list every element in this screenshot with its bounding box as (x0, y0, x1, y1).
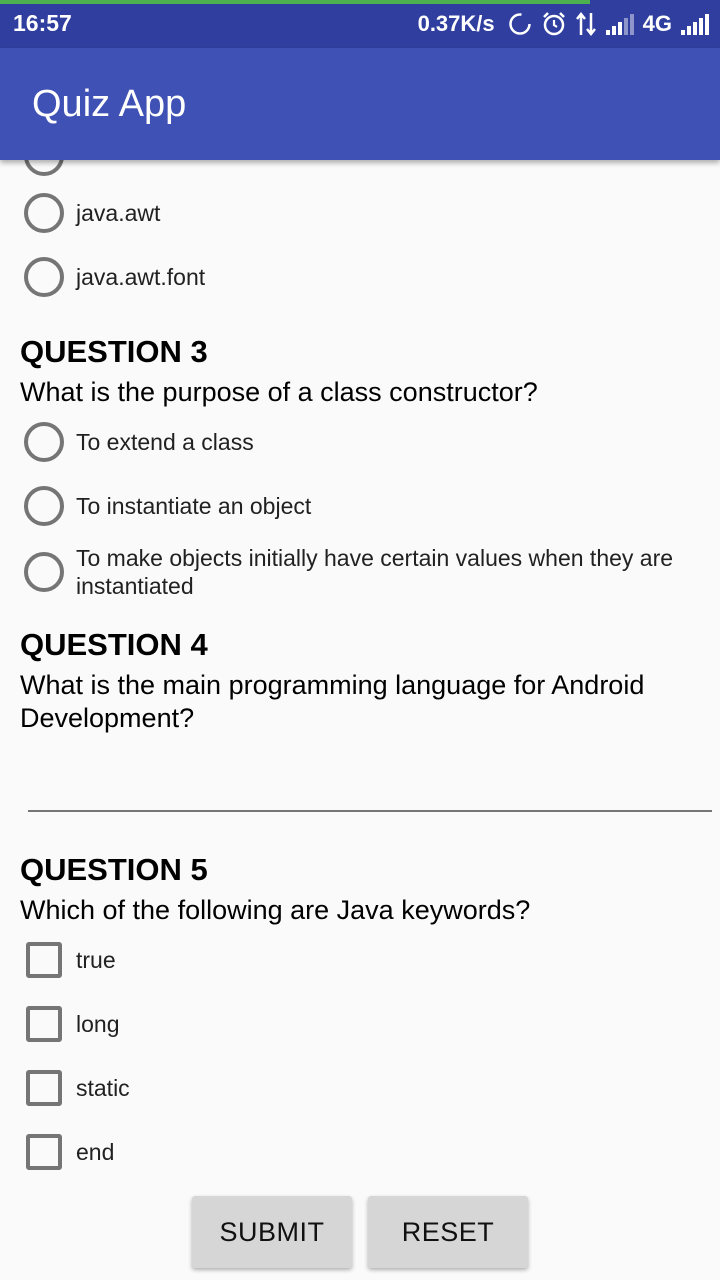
signal-weak-icon (605, 12, 635, 36)
quiz-content[interactable]: java.awt java.awt.font QUESTION 3 What i… (0, 160, 720, 1280)
option-label: java.awt (76, 200, 161, 226)
option-label: java.awt.font (76, 264, 206, 290)
submit-button[interactable]: SUBMIT (192, 1196, 352, 1268)
question-4-text: What is the main programming language fo… (20, 670, 645, 733)
radio-button[interactable] (24, 257, 64, 297)
option-label: To instantiate an object (76, 493, 312, 519)
app-title: Quiz App (32, 83, 187, 125)
q5-option-true[interactable]: true (20, 942, 710, 978)
option-label: end (76, 1139, 115, 1165)
checkbox[interactable] (26, 1134, 62, 1170)
app-bar: Quiz App (0, 48, 720, 160)
radio-button[interactable] (24, 193, 64, 233)
data-transfer-icon (575, 11, 597, 37)
signal-icon (680, 12, 710, 36)
option-label: To make objects initially have certain v… (76, 545, 674, 599)
radio-option-cut-off[interactable] (20, 160, 710, 176)
option-label: long (76, 1011, 120, 1037)
question-5-text: Which of the following are Java keywords… (20, 895, 531, 925)
page-load-progress (0, 0, 591, 4)
checkbox[interactable] (26, 1070, 62, 1106)
option-label: static (76, 1075, 130, 1101)
q3-option-instantiate[interactable]: To instantiate an object (20, 486, 710, 526)
radio-button[interactable] (24, 486, 64, 526)
question-5-title: QUESTION 5 (20, 852, 208, 887)
radio-button[interactable] (24, 422, 64, 462)
option-label: To extend a class (76, 429, 254, 455)
radio-button[interactable] (24, 160, 64, 176)
q3-option-extend[interactable]: To extend a class (20, 422, 710, 462)
answer-input[interactable] (28, 748, 712, 812)
checkbox[interactable] (26, 942, 62, 978)
checkbox[interactable] (26, 1006, 62, 1042)
status-time: 16:57 (13, 10, 72, 36)
q5-option-end[interactable]: end (20, 1134, 710, 1170)
q2-option-java-awt-font[interactable]: java.awt.font (20, 257, 710, 297)
q5-option-static[interactable]: static (20, 1070, 710, 1106)
q3-option-initial-values[interactable]: To make objects initially have certain v… (20, 544, 710, 600)
status-bar: 16:57 0.37K/s 4G (0, 0, 720, 48)
q2-option-java-awt[interactable]: java.awt (20, 193, 710, 233)
question-3-title: QUESTION 3 (20, 334, 208, 369)
option-label: true (76, 947, 116, 973)
question-3-text: What is the purpose of a class construct… (20, 377, 538, 407)
q5-option-long[interactable]: long (20, 1006, 710, 1042)
network-type: 4G (642, 11, 672, 36)
reset-button[interactable]: RESET (368, 1196, 528, 1268)
question-4-title: QUESTION 4 (20, 627, 208, 662)
radio-button[interactable] (24, 552, 64, 592)
status-icons: 0.37K/s 4G (418, 9, 710, 39)
network-speed: 0.37K/s (417, 11, 495, 36)
alarm-icon (541, 11, 567, 37)
sync-icon (507, 11, 533, 37)
